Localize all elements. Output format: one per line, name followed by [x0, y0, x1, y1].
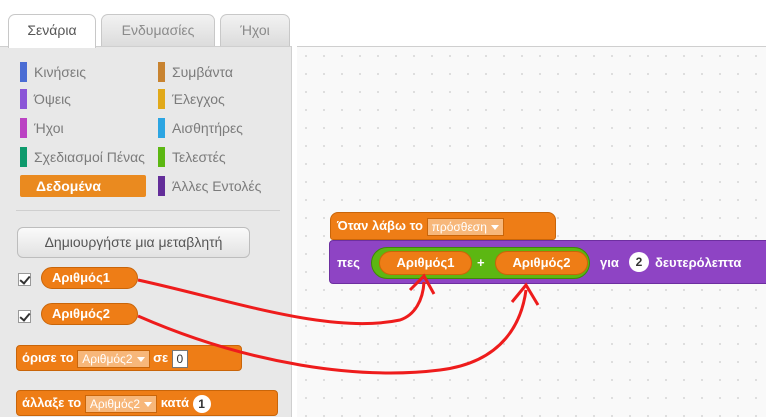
scratch-editor: Σενάρια Ενδυμασίες Ήχοι Κινήσεις Όψεις Ή… [0, 0, 766, 417]
set-variable-block[interactable]: όρισε το Αριθμός2 σε 0 [16, 345, 242, 371]
palette-divider [16, 210, 280, 211]
category-color-bar [20, 89, 27, 109]
to-label: σε [153, 350, 169, 365]
category-sensing[interactable]: Αισθητήρες [158, 117, 288, 139]
var2-checkbox[interactable] [18, 310, 31, 323]
tab-costumes[interactable]: Ενδυμασίες [101, 14, 215, 46]
var1-checkbox[interactable] [18, 273, 31, 286]
make-variable-button[interactable]: Δημιουργήστε μια μεταβλητή [17, 227, 250, 258]
category-color-bar [158, 176, 165, 196]
category-label: Ήχοι [34, 120, 64, 136]
category-label: Τελεστές [172, 149, 226, 165]
dropdown-value: Αριθμός2 [89, 396, 141, 411]
variable-reporter-arithmos2[interactable]: Αριθμός2 [41, 303, 138, 325]
change-variable-block[interactable]: άλλαξε το Αριθμός2 κατά 1 [16, 390, 278, 416]
seconds-label: δευτερόλεπτα [655, 255, 742, 270]
category-color-bar [158, 147, 165, 167]
category-color-bar [158, 89, 165, 109]
category-label: Όψεις [34, 91, 71, 107]
category-color-bar [158, 62, 165, 82]
category-control[interactable]: Έλεγχος [158, 88, 288, 110]
dropdown-value: πρόσθεση [431, 219, 487, 234]
tab-sounds[interactable]: Ήχοι [220, 14, 290, 46]
category-sound[interactable]: Ήχοι [20, 117, 150, 139]
variable-dropdown[interactable]: Αριθμός2 [84, 394, 158, 413]
category-motion[interactable]: Κινήσεις [20, 61, 150, 83]
category-label: Συμβάντα [172, 64, 233, 80]
set-label: όρισε το [22, 350, 74, 365]
by-label: κατά [160, 395, 189, 410]
variable-dropdown[interactable]: Αριθμός2 [77, 349, 150, 368]
value-input[interactable]: 1 [192, 394, 211, 413]
tab-scripts[interactable]: Σενάρια [8, 14, 96, 48]
category-label: Κινήσεις [34, 64, 86, 80]
say-label: πες [337, 255, 360, 270]
category-more-blocks[interactable]: Άλλες Εντολές [158, 175, 288, 197]
message-dropdown[interactable]: πρόσθεση [426, 217, 504, 236]
plus-sign: + [477, 255, 485, 270]
category-label: Δεδομένα [36, 178, 102, 194]
category-color-bar [20, 118, 27, 138]
value-input[interactable]: 0 [171, 349, 188, 368]
category-events[interactable]: Συμβάντα [158, 61, 288, 83]
seconds-input[interactable]: 2 [629, 252, 649, 272]
category-color-bar [20, 62, 27, 82]
inserted-var-arithmos1[interactable]: Αριθμός1 [379, 251, 472, 275]
change-label: άλλαξε το [22, 395, 82, 410]
when-i-receive-block[interactable]: Όταν λάβω το πρόσθεση [330, 212, 556, 240]
inserted-var-arithmos2[interactable]: Αριθμός2 [495, 251, 588, 275]
for-label: για [600, 255, 619, 270]
dropdown-value: Αριθμός2 [82, 351, 133, 366]
hat-label: Όταν λάβω το [337, 218, 423, 233]
category-label: Έλεγχος [172, 91, 225, 107]
category-label: Σχεδιασμοί Πένας [34, 149, 145, 165]
category-color-bar [20, 147, 27, 167]
category-label: Αισθητήρες [172, 120, 243, 136]
category-color-bar [158, 118, 165, 138]
category-label: Άλλες Εντολές [172, 178, 262, 194]
variable-reporter-arithmos1[interactable]: Αριθμός1 [41, 267, 138, 289]
category-pen[interactable]: Σχεδιασμοί Πένας [20, 146, 157, 168]
category-looks[interactable]: Όψεις [20, 88, 150, 110]
category-operators[interactable]: Τελεστές [158, 146, 288, 168]
category-data[interactable]: Δεδομένα [20, 175, 146, 197]
